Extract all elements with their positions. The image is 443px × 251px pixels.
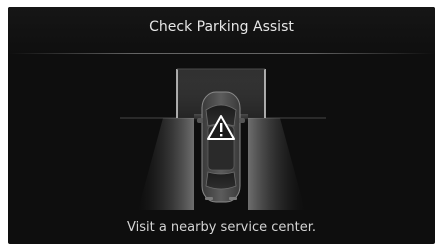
parking-assist-alert-screen: Check Parking Assist Visit a nearby serv… [8, 7, 435, 244]
title-bar: Check Parking Assist [8, 7, 435, 53]
alert-title: Check Parking Assist [149, 19, 294, 35]
alert-message: Visit a nearby service center. [126, 220, 317, 235]
car-icon [197, 91, 245, 203]
parking-diagram [120, 68, 326, 210]
